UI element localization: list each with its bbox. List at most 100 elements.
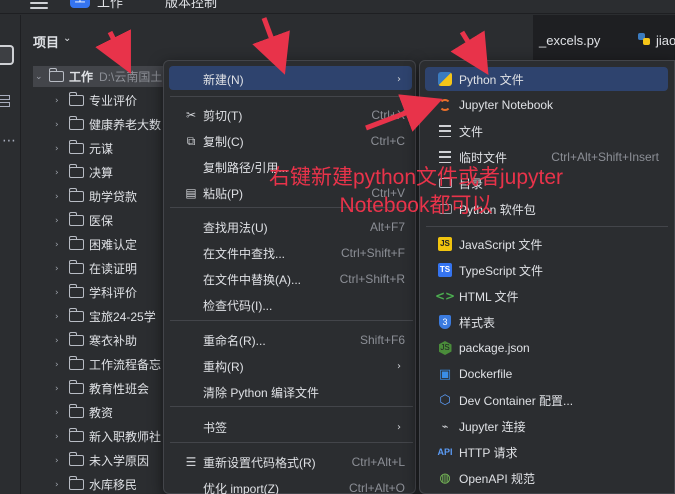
- structure-tool-icon[interactable]: [0, 95, 10, 115]
- submenu-item[interactable]: 3 样式表: [425, 310, 668, 334]
- submenu-item-label: Dockerfile: [459, 367, 513, 381]
- tree-item-label: 助学贷款: [89, 190, 138, 204]
- menu-item[interactable]: ✂ 剪切(T) Ctrl+X: [170, 103, 413, 127]
- project-view-title[interactable]: 项目: [33, 32, 59, 51]
- chevron-right-icon[interactable]: ›: [55, 288, 69, 298]
- tree-row[interactable]: › 健康养老大数: [55, 114, 161, 135]
- menu-item[interactable]: 重构(R) ›: [170, 354, 413, 378]
- tree-row-root[interactable]: ⌄ 工作 D:\云南国土: [35, 66, 162, 87]
- menu-item[interactable]: 检查代码(I)...: [170, 293, 413, 317]
- menu-item-label: 重命名(R)...: [203, 333, 266, 348]
- tree-row[interactable]: › 未入学原因: [55, 450, 149, 471]
- menu-item[interactable]: 重命名(R)... Shift+F6: [170, 328, 413, 352]
- main-menu-icon[interactable]: [30, 0, 48, 9]
- editor-tab[interactable]: _excels.py: [539, 33, 600, 48]
- submenu-item[interactable]: ⌁ Jupyter 连接: [425, 414, 668, 438]
- chevron-right-icon[interactable]: ›: [55, 360, 69, 370]
- menu-item-shortcut: Ctrl+Shift+F: [340, 246, 405, 260]
- tree-row[interactable]: › 在读证明: [55, 258, 137, 279]
- menu-item[interactable]: 清除 Python 编译文件: [170, 380, 413, 404]
- folder-icon: [68, 452, 84, 466]
- tree-item-label: 在读证明: [89, 262, 138, 276]
- submenu-item-label: package.json: [459, 341, 530, 355]
- chevron-right-icon[interactable]: ›: [55, 384, 69, 394]
- tree-row[interactable]: › 新入职教师社: [55, 426, 161, 447]
- tree-root-label: 工作: [69, 70, 94, 84]
- menu-item[interactable]: 在文件中查找... Ctrl+Shift+F: [170, 241, 413, 265]
- tree-row[interactable]: › 教资: [55, 402, 113, 423]
- chevron-right-icon[interactable]: ›: [55, 312, 69, 322]
- chevron-down-icon[interactable]: ⌄: [63, 33, 71, 44]
- tree-row[interactable]: › 教育性班会: [55, 378, 149, 399]
- chevron-right-icon[interactable]: ›: [55, 408, 69, 418]
- chevron-right-icon[interactable]: ›: [55, 240, 69, 250]
- submenu-item[interactable]: ◍ OpenAPI 规范: [425, 466, 668, 490]
- chevron-right-icon[interactable]: ›: [55, 192, 69, 202]
- submenu-item[interactable]: 文件: [425, 119, 668, 143]
- vcs-widget[interactable]: 版本控制: [165, 0, 217, 11]
- folder-icon: [68, 332, 84, 346]
- submenu-item-label: TypeScript 文件: [459, 263, 544, 278]
- submenu-item[interactable]: TS TypeScript 文件: [425, 258, 668, 282]
- tree-item-label: 教育性班会: [89, 382, 150, 396]
- chevron-right-icon[interactable]: ›: [55, 480, 69, 490]
- html-icon: <>: [434, 289, 456, 303]
- submenu-item[interactable]: JS JavaScript 文件: [425, 232, 668, 256]
- menu-item[interactable]: 在文件中替换(A)... Ctrl+Shift+R: [170, 267, 413, 291]
- submenu-item[interactable]: API HTTP 请求: [425, 440, 668, 464]
- chevron-right-icon[interactable]: ›: [55, 216, 69, 226]
- tree-row[interactable]: › 专业评价: [55, 90, 137, 111]
- submenu-item[interactable]: ⬡ Dev Container 配置...: [425, 388, 668, 412]
- tree-row[interactable]: › 水库移民: [55, 474, 137, 494]
- tree-row[interactable]: › 学科评价: [55, 282, 137, 303]
- submenu-item-label: 样式表: [459, 315, 496, 330]
- chevron-right-icon[interactable]: ›: [55, 120, 69, 130]
- tree-item-label: 宝旅24-25学: [89, 310, 156, 324]
- editor-tab[interactable]: jiao: [656, 33, 675, 48]
- folder-icon: [68, 212, 84, 226]
- submenu-item[interactable]: ▣ Dockerfile: [425, 362, 668, 386]
- submenu-item[interactable]: <> HTML 文件: [425, 284, 668, 308]
- chevron-right-icon[interactable]: ›: [55, 336, 69, 346]
- tree-row[interactable]: › 困难认定: [55, 234, 137, 255]
- folder-icon: [68, 260, 84, 274]
- menu-item[interactable]: ⧉ 复制(C) Ctrl+C: [170, 129, 413, 153]
- folder-icon: [68, 404, 84, 418]
- submenu-item[interactable]: Python 文件: [425, 67, 668, 91]
- tree-row[interactable]: › 元谋: [55, 138, 113, 159]
- more-tools-icon[interactable]: ⋯: [2, 133, 17, 149]
- submenu-item[interactable]: Jupyter Notebook: [425, 93, 668, 117]
- chevron-right-icon[interactable]: ›: [55, 168, 69, 178]
- project-badge[interactable]: 工: [70, 0, 90, 8]
- menu-item[interactable]: 优化 import(Z) Ctrl+Alt+O: [170, 476, 413, 494]
- menu-item[interactable]: ☰ 重新设置代码格式(R) Ctrl+Alt+L: [170, 450, 413, 474]
- menu-item-shortcut: Ctrl+X: [371, 108, 405, 122]
- chevron-right-icon[interactable]: ›: [55, 264, 69, 274]
- title-bar: 工 工作 版本控制: [0, 0, 675, 14]
- submenu-item-label: HTTP 请求: [459, 445, 518, 460]
- tree-row[interactable]: › 决算: [55, 162, 113, 183]
- menu-item[interactable]: 新建(N) ›: [170, 67, 413, 91]
- folder-icon: [68, 428, 84, 442]
- chevron-right-icon: ›: [397, 421, 401, 433]
- menu-item-label: 书签: [203, 420, 228, 435]
- chevron-right-icon[interactable]: ›: [55, 432, 69, 442]
- menu-item[interactable]: 书签 ›: [170, 415, 413, 439]
- tree-row[interactable]: › 工作流程备忘: [55, 354, 161, 375]
- chevron-right-icon[interactable]: ›: [55, 456, 69, 466]
- menu-item-label: 清除 Python 编译文件: [203, 385, 320, 400]
- tree-row[interactable]: › 助学贷款: [55, 186, 137, 207]
- submenu-item[interactable]: JS package.json: [425, 336, 668, 360]
- project-tool-icon[interactable]: [0, 45, 14, 65]
- project-name[interactable]: 工作: [97, 0, 123, 11]
- menu-separator: [170, 406, 413, 407]
- tree-row[interactable]: › 寒衣补助: [55, 330, 137, 351]
- chevron-down-icon[interactable]: ⌄: [35, 72, 49, 82]
- submenu-item-label: OpenAPI 规范: [459, 471, 536, 486]
- annotation-text: 右键新建python文件或者jupyter Notebook都可以: [236, 164, 596, 220]
- chevron-right-icon[interactable]: ›: [55, 96, 69, 106]
- tree-row[interactable]: › 宝旅24-25学: [55, 306, 156, 327]
- tree-item-label: 教资: [89, 406, 114, 420]
- chevron-right-icon[interactable]: ›: [55, 144, 69, 154]
- tree-row[interactable]: › 医保: [55, 210, 113, 231]
